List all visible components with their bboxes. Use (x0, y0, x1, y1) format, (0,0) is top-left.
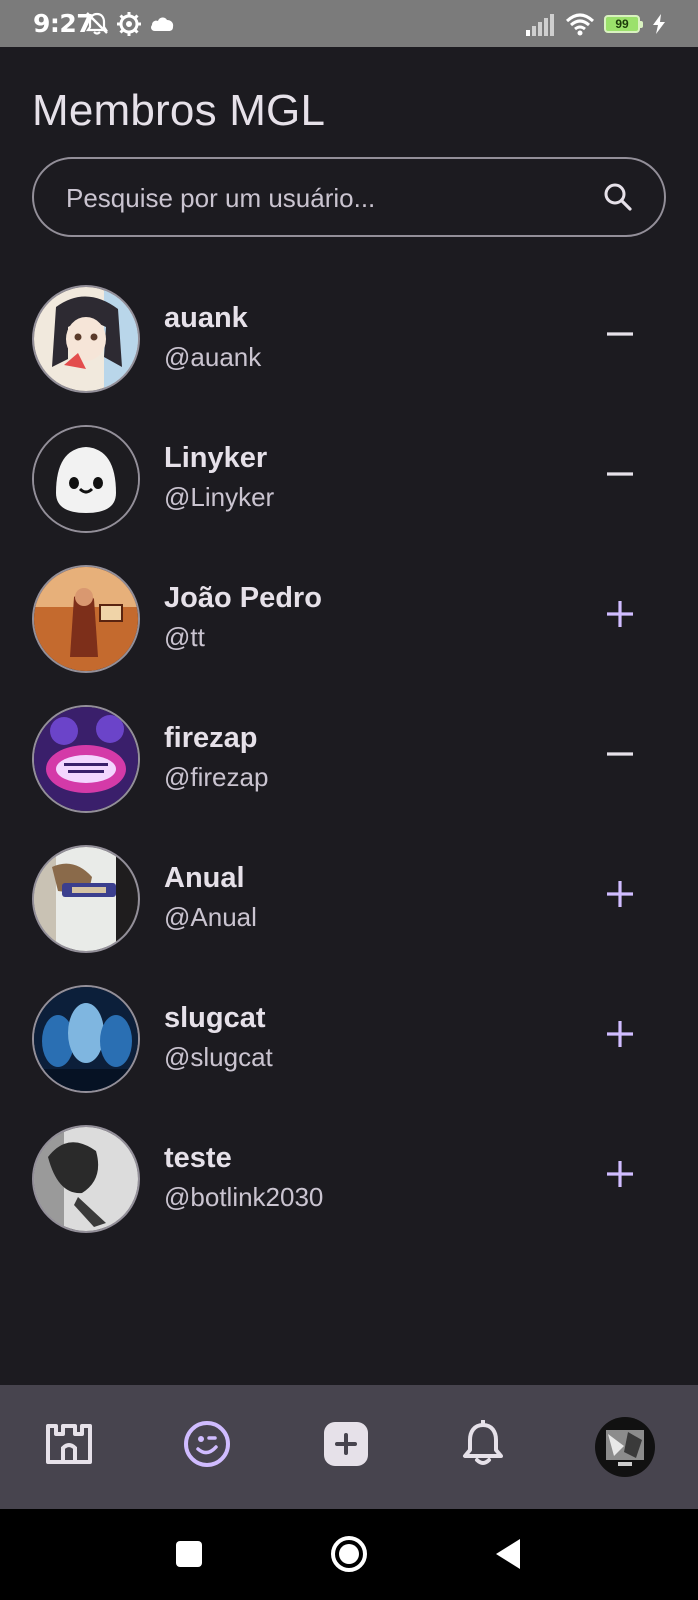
nav-profile-button[interactable] (593, 1415, 657, 1479)
cloud-icon (151, 17, 174, 31)
minus-icon (607, 752, 633, 756)
member-handle: @slugcat (164, 1042, 273, 1072)
plus-icon (607, 601, 633, 627)
avatar[interactable] (32, 425, 140, 533)
nav-home-button[interactable] (41, 1416, 97, 1472)
add-member-button[interactable] (600, 1154, 640, 1194)
plus-icon (607, 1021, 633, 1047)
search-input[interactable] (64, 159, 588, 237)
member-row[interactable]: Anual @Anual (0, 840, 698, 980)
member-handle: @botlink2030 (164, 1182, 324, 1212)
member-row[interactable]: firezap @firezap (0, 700, 698, 840)
bell-icon (463, 1420, 503, 1465)
nav-notifications-button[interactable] (455, 1416, 511, 1472)
avatar[interactable] (32, 985, 140, 1093)
bottom-navigation (0, 1385, 698, 1509)
member-name: auank (164, 302, 248, 334)
member-handle: @Anual (164, 902, 257, 932)
member-name: slugcat (164, 1002, 266, 1034)
member-name: Anual (164, 862, 245, 894)
member-handle: @Linyker (164, 482, 275, 512)
nav-members-button[interactable] (179, 1416, 235, 1472)
member-handle: @auank (164, 342, 262, 372)
member-row[interactable]: João Pedro @tt (0, 560, 698, 700)
remove-member-button[interactable] (600, 454, 640, 494)
remove-member-button[interactable] (600, 314, 640, 354)
settings-gear-icon (117, 12, 141, 36)
system-navigation-bar (0, 1509, 698, 1600)
add-member-button[interactable] (600, 1014, 640, 1054)
member-name: teste (164, 1142, 232, 1174)
add-post-icon (324, 1422, 368, 1466)
member-row[interactable]: teste @botlink2030 (0, 1120, 698, 1260)
back-triangle-icon[interactable] (494, 1538, 522, 1570)
member-row[interactable]: auank @auank (0, 280, 698, 420)
avatar[interactable] (32, 565, 140, 673)
home-circle-icon[interactable] (329, 1534, 369, 1574)
page-title: Membros MGL (32, 86, 326, 135)
plus-icon (607, 881, 633, 907)
minus-icon (607, 332, 633, 336)
member-handle: @tt (164, 622, 205, 652)
search-icon[interactable] (602, 181, 634, 213)
remove-member-button[interactable] (600, 734, 640, 774)
member-row[interactable]: slugcat @slugcat (0, 980, 698, 1120)
search-bar[interactable] (32, 157, 666, 237)
community-face-icon (184, 1421, 230, 1467)
signal-icon (526, 14, 554, 36)
charging-icon (653, 14, 665, 34)
castle-icon (46, 1424, 92, 1464)
recents-square-icon[interactable] (175, 1540, 203, 1568)
member-handle: @firezap (164, 762, 269, 792)
plus-icon (607, 1161, 633, 1187)
status-bar: 9:27 99 (0, 0, 698, 47)
avatar[interactable] (32, 845, 140, 953)
member-name: Linyker (164, 442, 268, 474)
minus-icon (607, 472, 633, 476)
member-name: João Pedro (164, 582, 322, 614)
battery-icon: 99 (604, 15, 643, 33)
profile-avatar-icon (595, 1417, 655, 1477)
member-list: auank @auank Linyker @Linyker João Pedro… (0, 280, 698, 1260)
add-member-button[interactable] (600, 594, 640, 634)
member-name: firezap (164, 722, 258, 754)
notifications-off-icon (85, 12, 109, 35)
member-row[interactable]: Linyker @Linyker (0, 420, 698, 560)
wifi-icon (565, 13, 595, 36)
avatar[interactable] (32, 1125, 140, 1233)
avatar[interactable] (32, 285, 140, 393)
nav-create-post-button[interactable] (318, 1416, 374, 1472)
battery-level: 99 (615, 17, 629, 31)
add-member-button[interactable] (600, 874, 640, 914)
avatar[interactable] (32, 705, 140, 813)
